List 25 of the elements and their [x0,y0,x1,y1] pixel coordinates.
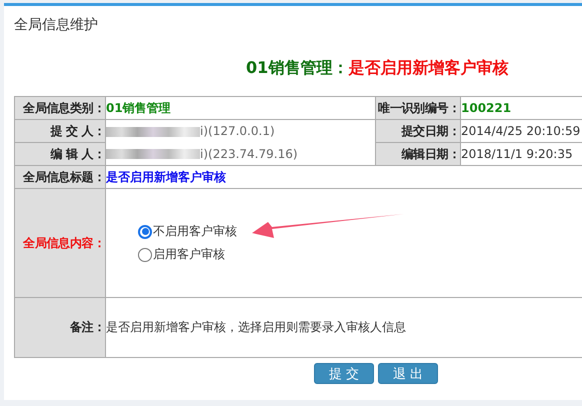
field-label: 全局信息标题： [23,170,104,184]
field-value: 2014/4/25 20:10:59 [462,124,580,138]
field-value: i)(223.74.79.16) [200,146,298,161]
heading-title: 是否启用新增客户审核 [348,58,508,77]
page-title: 全局信息维护 [14,16,99,35]
heading-category: 01销售管理： [246,58,348,77]
radio-button[interactable] [138,224,152,238]
field-label: 编辑日期： [401,146,460,160]
field-label: 唯一识别编号： [378,100,460,114]
field-label: 备注： [70,320,104,334]
field-label: 全局信息类别： [23,100,104,114]
field-value: i)(127.0.0.1) [200,124,275,138]
field-label: 提交日期： [401,124,460,138]
field-value: 是否启用新增客户审核，选择启用则需要录入审核人信息 [106,320,406,334]
field-value: 2018/11/1 9:20:35 [462,147,573,161]
radio-button[interactable] [138,248,152,262]
field-label: 提 交 人： [50,124,104,138]
option-label[interactable]: 启用客户审核 [153,246,225,263]
field-value: 100221 [462,101,512,115]
field-label: 全局信息内容： [23,236,104,250]
form-button[interactable]: 提 交 [314,363,374,384]
option-label[interactable]: 不启用客户审核 [153,223,237,240]
field-value: 01销售管理 [106,100,171,114]
form-button[interactable]: 退 出 [378,363,438,384]
field-label: 编 辑 人： [50,146,104,160]
